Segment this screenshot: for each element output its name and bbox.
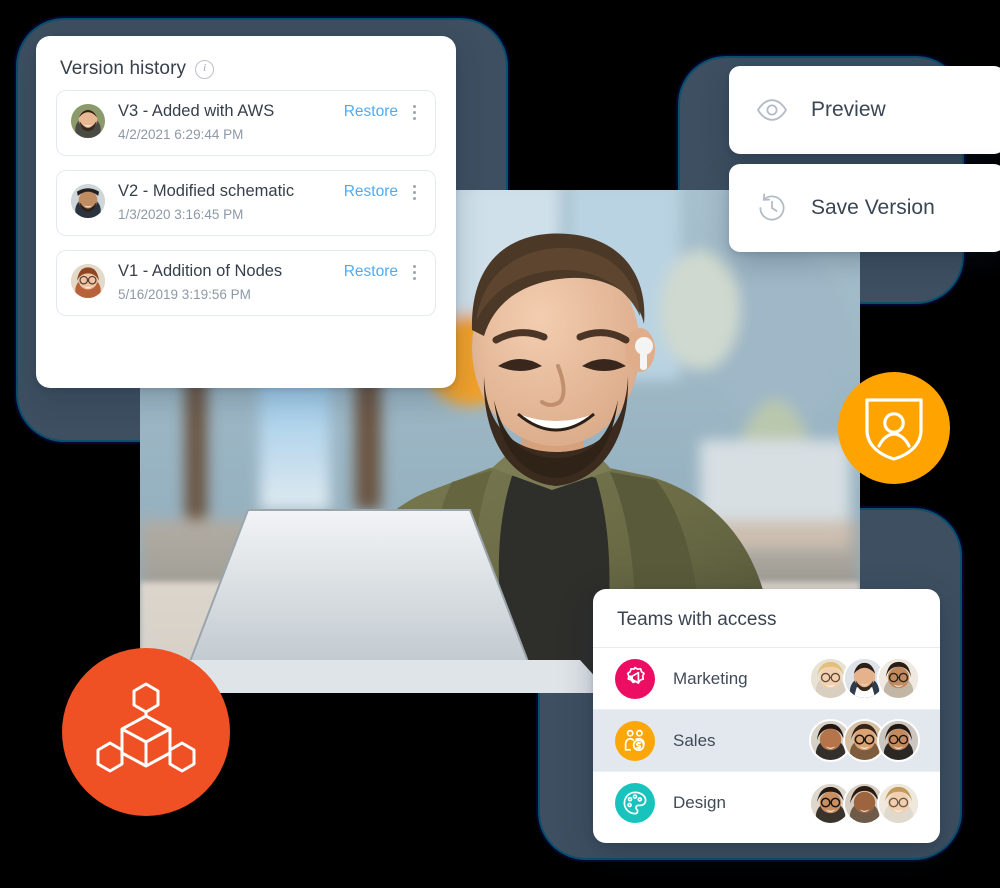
save-version-label: Save Version	[811, 196, 935, 219]
people-dollar-icon	[615, 720, 655, 761]
list-item-title-row: V3 - Added with AWS Restore	[118, 102, 421, 121]
restore-button[interactable]: Restore	[344, 103, 398, 121]
node-network-icon	[62, 648, 230, 816]
list-item-body: V2 - Modified schematic Restore 1/3/2020…	[118, 182, 421, 222]
list-item-title-row: V2 - Modified schematic Restore	[118, 182, 421, 201]
version-title: V2 - Modified schematic	[118, 182, 295, 200]
save-version-button[interactable]: Save Version	[729, 164, 1000, 252]
version-title: V1 - Addition of Nodes	[118, 262, 283, 280]
composition-stage: Version history i V3 - Added with AWS Re…	[0, 0, 1000, 888]
list-item-title-row: V1 - Addition of Nodes Restore	[118, 262, 421, 281]
team-name: Design	[673, 793, 726, 812]
version-history-header: Version history i	[36, 36, 456, 90]
megaphone-gear-icon	[615, 658, 655, 699]
team-member-avatars	[809, 781, 920, 825]
avatar	[71, 264, 105, 298]
page-title: Version history	[60, 58, 187, 79]
version-title: V3 - Added with AWS	[118, 102, 275, 120]
restore-button[interactable]: Restore	[344, 183, 398, 201]
list-item-body: V1 - Addition of Nodes Restore 5/16/2019…	[118, 262, 421, 302]
palette-icon	[615, 783, 655, 823]
history-clock-icon	[755, 191, 789, 225]
avatar	[71, 184, 105, 218]
list-item[interactable]: V1 - Addition of Nodes Restore 5/16/2019…	[56, 250, 436, 316]
version-date: 5/16/2019 3:19:56 PM	[118, 287, 251, 302]
shield-user-icon	[838, 372, 950, 484]
preview-button[interactable]: Preview	[729, 66, 1000, 154]
team-row-sales[interactable]: Sales	[593, 710, 940, 772]
avatar	[877, 719, 920, 762]
info-icon[interactable]: i	[195, 59, 215, 79]
team-row-marketing[interactable]: Marketing	[593, 648, 940, 710]
team-member-avatars	[809, 719, 920, 762]
version-history-panel: Version history i V3 - Added with AWS Re…	[36, 36, 456, 388]
kebab-menu-icon[interactable]	[407, 104, 421, 120]
version-date: 4/2/2021 6:29:44 PM	[118, 127, 244, 142]
list-item[interactable]: V2 - Modified schematic Restore 1/3/2020…	[56, 170, 436, 236]
kebab-menu-icon[interactable]	[407, 184, 421, 200]
avatar	[71, 104, 105, 138]
avatar	[877, 781, 920, 825]
team-row-design[interactable]: Design	[593, 772, 940, 834]
teams-with-access-panel: Teams with access Marketing Sales Design	[593, 589, 940, 843]
preview-label: Preview	[811, 98, 886, 121]
teams-panel-title: Teams with access	[593, 589, 940, 648]
version-date: 1/3/2020 3:16:45 PM	[118, 207, 244, 222]
eye-icon	[755, 93, 789, 127]
version-list: V3 - Added with AWS Restore 4/2/2021 6:2…	[36, 90, 456, 332]
avatar	[877, 657, 920, 700]
list-item[interactable]: V3 - Added with AWS Restore 4/2/2021 6:2…	[56, 90, 436, 156]
team-member-avatars	[809, 657, 920, 700]
kebab-menu-icon[interactable]	[407, 264, 421, 280]
team-name: Sales	[673, 730, 716, 750]
team-name: Marketing	[673, 668, 748, 688]
restore-button[interactable]: Restore	[344, 263, 398, 281]
list-item-body: V3 - Added with AWS Restore 4/2/2021 6:2…	[118, 102, 421, 142]
